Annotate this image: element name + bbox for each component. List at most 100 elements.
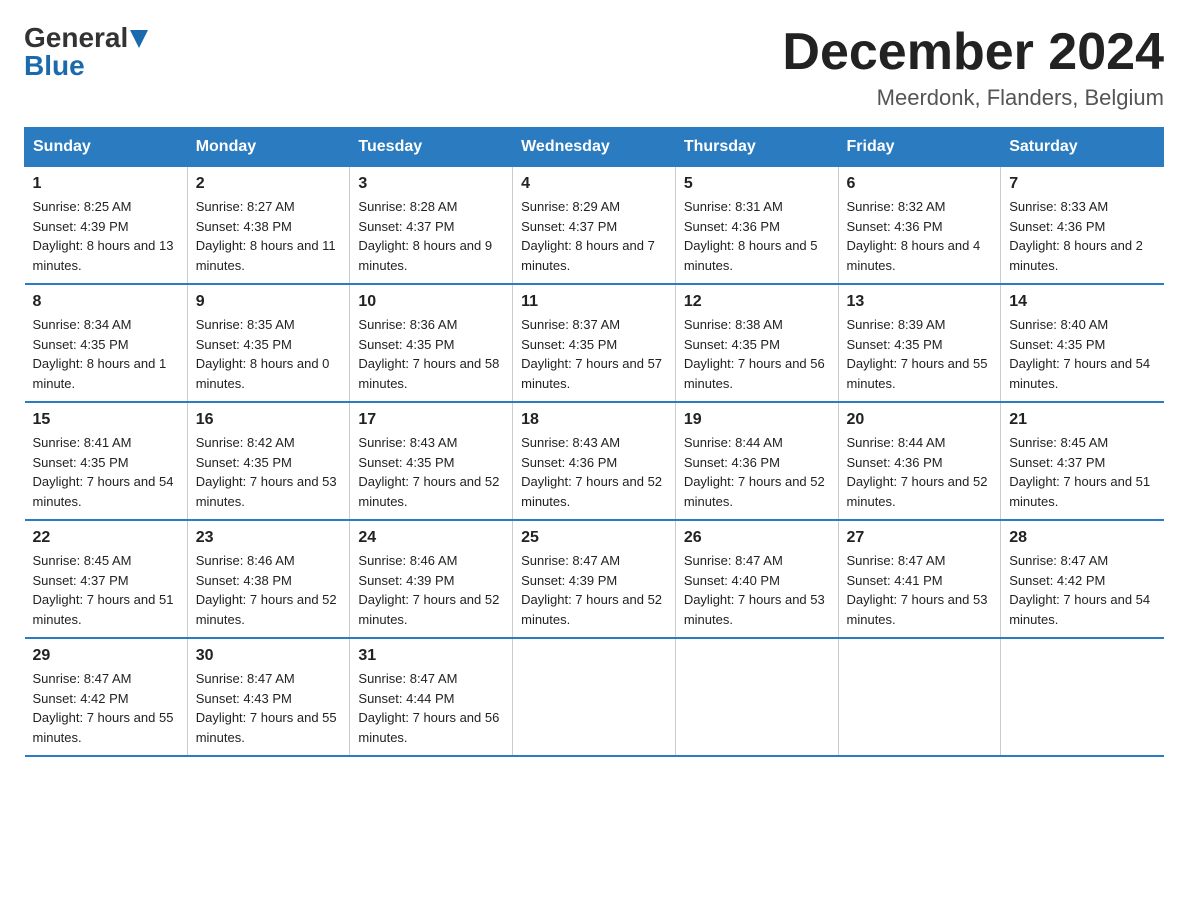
day-info: Sunrise: 8:32 AMSunset: 4:36 PMDaylight:…: [847, 197, 993, 275]
table-row: 17Sunrise: 8:43 AMSunset: 4:35 PMDayligh…: [350, 402, 513, 520]
table-row: 19 Sunrise: 8:44 AMSunset: 4:36 PMDayligh…: [675, 402, 838, 520]
table-row: 26Sunrise: 8:47 AMSunset: 4:40 PMDayligh…: [675, 520, 838, 638]
day-info: Sunrise: 8:31 AMSunset: 4:36 PMDaylight:…: [684, 197, 830, 275]
table-row: 11 Sunrise: 8:37 AMSunset: 4:35 PMDayligh…: [513, 284, 676, 402]
table-row: 28 Sunrise: 8:47 AMSunset: 4:42 PMDayligh…: [1001, 520, 1164, 638]
table-row: 2 Sunrise: 8:27 AMSunset: 4:38 PMDaylight…: [187, 167, 350, 285]
day-info: Sunrise: 8:47 AMSunset: 4:39 PMDaylight:…: [521, 551, 667, 629]
day-number: 7: [1009, 175, 1155, 193]
location-title: Meerdonk, Flanders, Belgium: [782, 85, 1164, 111]
day-info: Sunrise: 8:37 AMSunset: 4:35 PMDaylight:…: [521, 315, 667, 393]
table-row: [675, 638, 838, 756]
day-number: 29: [33, 647, 179, 665]
day-info: Sunrise: 8:29 AMSunset: 4:37 PMDaylight:…: [521, 197, 667, 275]
day-number: 28: [1009, 529, 1155, 547]
day-number: 2: [196, 175, 342, 193]
day-info: Sunrise: 8:27 AMSunset: 4:38 PMDaylight:…: [196, 197, 342, 275]
day-number: 13: [847, 293, 993, 311]
day-info: Sunrise: 8:42 AMSunset: 4:35 PMDaylight:…: [196, 433, 342, 511]
col-thursday: Thursday: [675, 128, 838, 167]
day-number: 21: [1009, 411, 1155, 429]
day-info: Sunrise: 8:35 AMSunset: 4:35 PMDaylight:…: [196, 315, 342, 393]
logo-blue-text: Blue: [24, 50, 85, 81]
table-row: 5 Sunrise: 8:31 AMSunset: 4:36 PMDaylight…: [675, 167, 838, 285]
day-number: 8: [33, 293, 179, 311]
day-info: Sunrise: 8:47 AMSunset: 4:44 PMDaylight:…: [358, 669, 504, 747]
calendar-week-row: 22Sunrise: 8:45 AMSunset: 4:37 PMDayligh…: [25, 520, 1164, 638]
day-info: Sunrise: 8:46 AMSunset: 4:39 PMDaylight:…: [358, 551, 504, 629]
day-info: Sunrise: 8:47 AMSunset: 4:42 PMDaylight:…: [33, 669, 179, 747]
day-number: 15: [33, 411, 179, 429]
day-number: 9: [196, 293, 342, 311]
day-info: Sunrise: 8:47 AMSunset: 4:41 PMDaylight:…: [847, 551, 993, 629]
day-info: Sunrise: 8:44 AMSunset: 4:36 PMDaylight:…: [684, 433, 830, 511]
day-number: 12: [684, 293, 830, 311]
col-tuesday: Tuesday: [350, 128, 513, 167]
day-info: Sunrise: 8:43 AMSunset: 4:35 PMDaylight:…: [358, 433, 504, 511]
day-info: Sunrise: 8:41 AMSunset: 4:35 PMDaylight:…: [33, 433, 179, 511]
table-row: 14Sunrise: 8:40 AMSunset: 4:35 PMDayligh…: [1001, 284, 1164, 402]
day-info: Sunrise: 8:45 AMSunset: 4:37 PMDaylight:…: [33, 551, 179, 629]
calendar-week-row: 1 Sunrise: 8:25 AMSunset: 4:39 PMDaylight…: [25, 167, 1164, 285]
logo: General Blue: [24, 24, 148, 80]
day-info: Sunrise: 8:45 AMSunset: 4:37 PMDaylight:…: [1009, 433, 1155, 511]
col-wednesday: Wednesday: [513, 128, 676, 167]
table-row: 29 Sunrise: 8:47 AMSunset: 4:42 PMDayligh…: [25, 638, 188, 756]
day-number: 4: [521, 175, 667, 193]
day-number: 25: [521, 529, 667, 547]
table-row: 23 Sunrise: 8:46 AMSunset: 4:38 PMDayligh…: [187, 520, 350, 638]
table-row: 15 Sunrise: 8:41 AMSunset: 4:35 PMDayligh…: [25, 402, 188, 520]
table-row: [513, 638, 676, 756]
table-row: 30Sunrise: 8:47 AMSunset: 4:43 PMDayligh…: [187, 638, 350, 756]
day-number: 23: [196, 529, 342, 547]
day-info: Sunrise: 8:36 AMSunset: 4:35 PMDaylight:…: [358, 315, 504, 393]
calendar-week-row: 29 Sunrise: 8:47 AMSunset: 4:42 PMDayligh…: [25, 638, 1164, 756]
calendar-week-row: 15 Sunrise: 8:41 AMSunset: 4:35 PMDayligh…: [25, 402, 1164, 520]
table-row: 8Sunrise: 8:34 AMSunset: 4:35 PMDaylight…: [25, 284, 188, 402]
day-info: Sunrise: 8:44 AMSunset: 4:36 PMDaylight:…: [847, 433, 993, 511]
page-header: General Blue December 2024 Meerdonk, Fla…: [24, 24, 1164, 111]
title-section: December 2024 Meerdonk, Flanders, Belgiu…: [782, 24, 1164, 111]
day-number: 20: [847, 411, 993, 429]
day-info: Sunrise: 8:25 AMSunset: 4:39 PMDaylight:…: [33, 197, 179, 275]
day-number: 1: [33, 175, 179, 193]
day-number: 30: [196, 647, 342, 665]
table-row: 20 Sunrise: 8:44 AMSunset: 4:36 PMDayligh…: [838, 402, 1001, 520]
day-info: Sunrise: 8:47 AMSunset: 4:42 PMDaylight:…: [1009, 551, 1155, 629]
day-info: Sunrise: 8:28 AMSunset: 4:37 PMDaylight:…: [358, 197, 504, 275]
table-row: 24 Sunrise: 8:46 AMSunset: 4:39 PMDayligh…: [350, 520, 513, 638]
table-row: 16 Sunrise: 8:42 AMSunset: 4:35 PMDayligh…: [187, 402, 350, 520]
table-row: 22Sunrise: 8:45 AMSunset: 4:37 PMDayligh…: [25, 520, 188, 638]
day-number: 18: [521, 411, 667, 429]
day-number: 24: [358, 529, 504, 547]
day-number: 5: [684, 175, 830, 193]
table-row: 7Sunrise: 8:33 AMSunset: 4:36 PMDaylight…: [1001, 167, 1164, 285]
col-monday: Monday: [187, 128, 350, 167]
col-friday: Friday: [838, 128, 1001, 167]
day-number: 6: [847, 175, 993, 193]
day-info: Sunrise: 8:47 AMSunset: 4:40 PMDaylight:…: [684, 551, 830, 629]
col-sunday: Sunday: [25, 128, 188, 167]
table-row: [838, 638, 1001, 756]
col-saturday: Saturday: [1001, 128, 1164, 167]
calendar-week-row: 8Sunrise: 8:34 AMSunset: 4:35 PMDaylight…: [25, 284, 1164, 402]
day-info: Sunrise: 8:39 AMSunset: 4:35 PMDaylight:…: [847, 315, 993, 393]
day-info: Sunrise: 8:46 AMSunset: 4:38 PMDaylight:…: [196, 551, 342, 629]
day-info: Sunrise: 8:40 AMSunset: 4:35 PMDaylight:…: [1009, 315, 1155, 393]
table-row: 31Sunrise: 8:47 AMSunset: 4:44 PMDayligh…: [350, 638, 513, 756]
table-row: 21 Sunrise: 8:45 AMSunset: 4:37 PMDayligh…: [1001, 402, 1164, 520]
day-number: 19: [684, 411, 830, 429]
day-number: 16: [196, 411, 342, 429]
table-row: 12Sunrise: 8:38 AMSunset: 4:35 PMDayligh…: [675, 284, 838, 402]
table-row: 3 Sunrise: 8:28 AMSunset: 4:37 PMDaylight…: [350, 167, 513, 285]
day-number: 10: [358, 293, 504, 311]
day-number: 11: [521, 293, 667, 311]
day-number: 27: [847, 529, 993, 547]
table-row: 6 Sunrise: 8:32 AMSunset: 4:36 PMDaylight…: [838, 167, 1001, 285]
calendar-table: Sunday Monday Tuesday Wednesday Thursday…: [24, 127, 1164, 757]
month-title: December 2024: [782, 24, 1164, 81]
table-row: 18 Sunrise: 8:43 AMSunset: 4:36 PMDayligh…: [513, 402, 676, 520]
day-info: Sunrise: 8:43 AMSunset: 4:36 PMDaylight:…: [521, 433, 667, 511]
day-number: 3: [358, 175, 504, 193]
table-row: 13 Sunrise: 8:39 AMSunset: 4:35 PMDayligh…: [838, 284, 1001, 402]
